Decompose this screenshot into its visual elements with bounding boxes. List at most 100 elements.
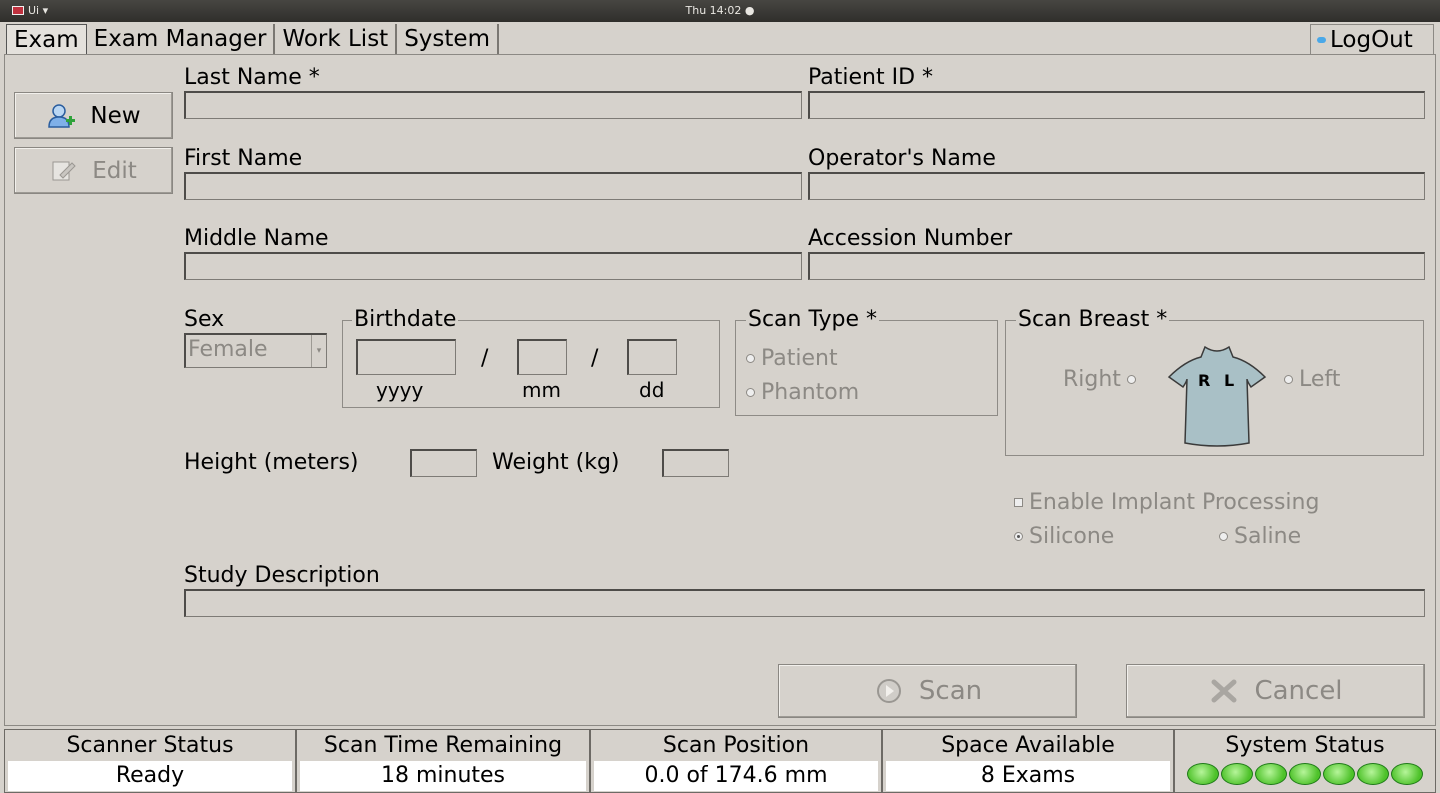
- new-button[interactable]: New: [14, 92, 173, 139]
- first-name-field[interactable]: [184, 172, 802, 200]
- space-available-value: 8 Exams: [886, 761, 1170, 791]
- implant-processing-label: Enable Implant Processing: [1029, 490, 1320, 515]
- sex-select[interactable]: Female ▾: [184, 333, 327, 368]
- clock[interactable]: Thu 14:02 ●: [0, 4, 1440, 17]
- radio-indicator: [1284, 375, 1293, 384]
- birth-month-field[interactable]: [517, 339, 567, 375]
- cancel-button[interactable]: Cancel: [1126, 664, 1425, 718]
- scanner-status-header: Scanner Status: [66, 733, 234, 758]
- first-name-label: First Name: [184, 146, 303, 171]
- scan-position-header: Scan Position: [662, 733, 810, 758]
- silicone-label: Silicone: [1029, 524, 1115, 549]
- status-led: [1289, 763, 1321, 785]
- status-led: [1323, 763, 1355, 785]
- top-panel: Ui ▾ Thu 14:02 ●: [0, 0, 1440, 22]
- patient-id-label: Patient ID *: [808, 65, 934, 90]
- tab-exam[interactable]: Exam: [6, 24, 87, 54]
- birthdate-label: Birthdate: [352, 307, 459, 332]
- edit-button[interactable]: Edit: [14, 147, 173, 194]
- cancel-button-label: Cancel: [1254, 676, 1343, 706]
- implant-processing-checkbox[interactable]: Enable Implant Processing: [1014, 490, 1319, 515]
- tab-work-list[interactable]: Work List: [275, 24, 398, 54]
- system-status-indicators: [1175, 761, 1435, 787]
- logout-button[interactable]: LogOut: [1310, 24, 1434, 55]
- logout-label: LogOut: [1330, 26, 1413, 53]
- radio-indicator: [746, 354, 755, 363]
- tab-bar: Exam Exam Manager Work List System: [6, 24, 499, 54]
- status-led: [1357, 763, 1389, 785]
- tab-system[interactable]: System: [397, 24, 499, 54]
- study-description-label: Study Description: [184, 563, 380, 588]
- breast-left-label: Left: [1299, 367, 1341, 392]
- space-available-header: Space Available: [941, 733, 1115, 758]
- saline-radio[interactable]: Saline: [1219, 524, 1301, 549]
- mm-label: mm: [522, 378, 561, 402]
- scan-type-phantom-radio[interactable]: Phantom: [746, 380, 859, 405]
- chevron-down-icon: ▾: [311, 335, 326, 367]
- scan-type-phantom-label: Phantom: [761, 380, 860, 405]
- scan-time-header: Scan Time Remaining: [323, 733, 563, 758]
- close-icon: [1211, 679, 1237, 703]
- scan-button-label: Scan: [918, 676, 983, 706]
- scan-time-value: 18 minutes: [300, 761, 586, 791]
- torso-l-label: L: [1224, 371, 1235, 390]
- scan-breast-label: Scan Breast *: [1016, 307, 1170, 332]
- breast-right-radio[interactable]: Right: [1063, 367, 1136, 392]
- birth-separator-1: /: [481, 346, 489, 371]
- radio-indicator: [1219, 532, 1228, 541]
- scan-type-label: Scan Type *: [746, 307, 880, 332]
- height-field[interactable]: [410, 449, 477, 477]
- tab-exam-manager[interactable]: Exam Manager: [87, 24, 276, 54]
- accession-number-field[interactable]: [808, 252, 1425, 280]
- space-available-cell: Space Available 8 Exams: [882, 729, 1174, 793]
- operator-name-label: Operator's Name: [808, 146, 996, 171]
- torso-diagram: [1167, 345, 1267, 447]
- weight-label: Weight (kg): [492, 450, 620, 475]
- breast-right-label: Right: [1063, 367, 1121, 392]
- scan-type-patient-radio[interactable]: Patient: [746, 346, 838, 371]
- middle-name-field[interactable]: [184, 252, 802, 280]
- last-name-label: Last Name *: [184, 65, 320, 90]
- new-user-icon: [48, 103, 76, 128]
- scan-type-patient-label: Patient: [761, 346, 838, 371]
- scan-time-cell: Scan Time Remaining 18 minutes: [296, 729, 590, 793]
- radio-indicator: [1126, 375, 1136, 384]
- status-led: [1391, 763, 1423, 785]
- play-icon: [876, 679, 901, 703]
- scan-button[interactable]: Scan: [778, 664, 1077, 718]
- scanner-status-value: Ready: [8, 761, 292, 791]
- system-status-cell: System Status: [1174, 729, 1436, 793]
- status-led: [1187, 763, 1219, 785]
- sex-label: Sex: [184, 307, 225, 332]
- radio-indicator: [746, 388, 755, 397]
- study-description-field[interactable]: [184, 589, 1425, 617]
- edit-icon: [52, 161, 76, 180]
- weight-field[interactable]: [662, 449, 729, 477]
- logout-icon: [1317, 37, 1326, 43]
- dd-label: dd: [639, 378, 665, 402]
- checkbox-indicator: [1014, 498, 1023, 507]
- radio-indicator: [1014, 532, 1023, 541]
- status-led: [1221, 763, 1253, 785]
- scanner-status-cell: Scanner Status Ready: [4, 729, 296, 793]
- saline-label: Saline: [1234, 524, 1302, 549]
- accession-number-label: Accession Number: [808, 226, 1013, 251]
- birth-day-field[interactable]: [627, 339, 677, 375]
- scan-position-value: 0.0 of 174.6 mm: [594, 761, 878, 791]
- birth-separator-2: /: [591, 346, 599, 371]
- status-led: [1255, 763, 1287, 785]
- middle-name-label: Middle Name: [184, 226, 329, 251]
- birth-year-field[interactable]: [356, 339, 456, 375]
- patient-id-field[interactable]: [808, 91, 1425, 119]
- breast-left-radio[interactable]: Left: [1284, 367, 1340, 392]
- silicone-radio[interactable]: Silicone: [1014, 524, 1114, 549]
- new-button-label: New: [90, 102, 141, 129]
- system-status-header: System Status: [1225, 733, 1385, 758]
- last-name-field[interactable]: [184, 91, 802, 119]
- edit-button-label: Edit: [92, 157, 137, 184]
- torso-r-label: R: [1198, 371, 1211, 390]
- operator-name-field[interactable]: [808, 172, 1425, 200]
- yyyy-label: yyyy: [376, 378, 424, 402]
- sex-select-value: Female: [188, 337, 268, 362]
- status-bar: Scanner Status Ready Scan Time Remaining…: [4, 729, 1436, 793]
